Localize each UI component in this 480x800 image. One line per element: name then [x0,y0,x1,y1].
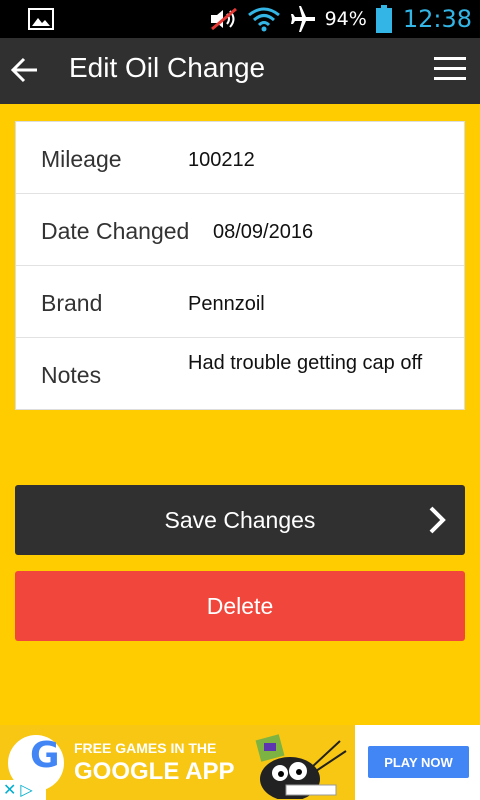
wifi-icon [247,7,280,32]
date-changed-row[interactable]: Date Changed 08/09/2016 [16,194,464,266]
battery-percent: 94% [324,8,367,30]
ad-headline-line1: FREE GAMES IN THE [74,740,217,756]
mileage-field[interactable]: 100212 [188,149,255,172]
page-title: Edit Oil Change [69,52,266,83]
brand-field[interactable]: Pennzoil [188,293,265,316]
app-bar: Edit Oil Change [0,38,480,104]
delete-button[interactable]: Delete [15,571,465,641]
mileage-row[interactable]: Mileage 100212 [16,122,464,194]
ad-creative[interactable]: G FREE GAMES IN THE GOOGLE APP [0,725,355,800]
brand-row[interactable]: Brand Pennzoil [16,266,464,338]
mileage-label: Mileage [41,146,122,172]
oil-change-form: Mileage 100212 Date Changed 08/09/2016 B… [15,121,465,410]
battery-icon [375,5,392,33]
date-changed-field[interactable]: 08/09/2016 [213,221,313,244]
chevron-right-icon [429,506,446,534]
ad-banner[interactable]: G FREE GAMES IN THE GOOGLE APP PLAY NOW … [0,725,480,800]
save-changes-label: Save Changes [164,506,316,533]
gallery-notification-icon [28,8,54,30]
date-changed-label: Date Changed [41,218,190,244]
back-arrow-icon[interactable] [10,55,40,85]
volume-muted-icon [210,7,237,31]
google-logo-letter: G [30,735,60,776]
ad-close-icon[interactable]: ✕ [3,780,16,800]
clock: 12:38 [402,5,472,33]
notes-row[interactable]: Notes Had trouble getting cap off [16,338,464,410]
status-bar: 94% 12:38 [0,0,480,38]
game-character-icon [255,734,347,799]
notes-label: Notes [41,362,102,388]
play-now-button[interactable]: PLAY NOW [368,746,469,778]
airplane-mode-icon [290,6,315,32]
ad-choices-icon[interactable]: ✕ ▷ [0,780,46,800]
notes-field[interactable]: Had trouble getting cap off [188,352,422,375]
ad-info-icon[interactable]: ▷ [20,780,32,800]
brand-label: Brand [41,290,103,316]
hamburger-menu-icon[interactable] [434,57,466,83]
delete-label: Delete [206,592,274,619]
save-changes-button[interactable]: Save Changes [15,485,465,555]
ad-headline-line2: GOOGLE APP [74,758,235,785]
